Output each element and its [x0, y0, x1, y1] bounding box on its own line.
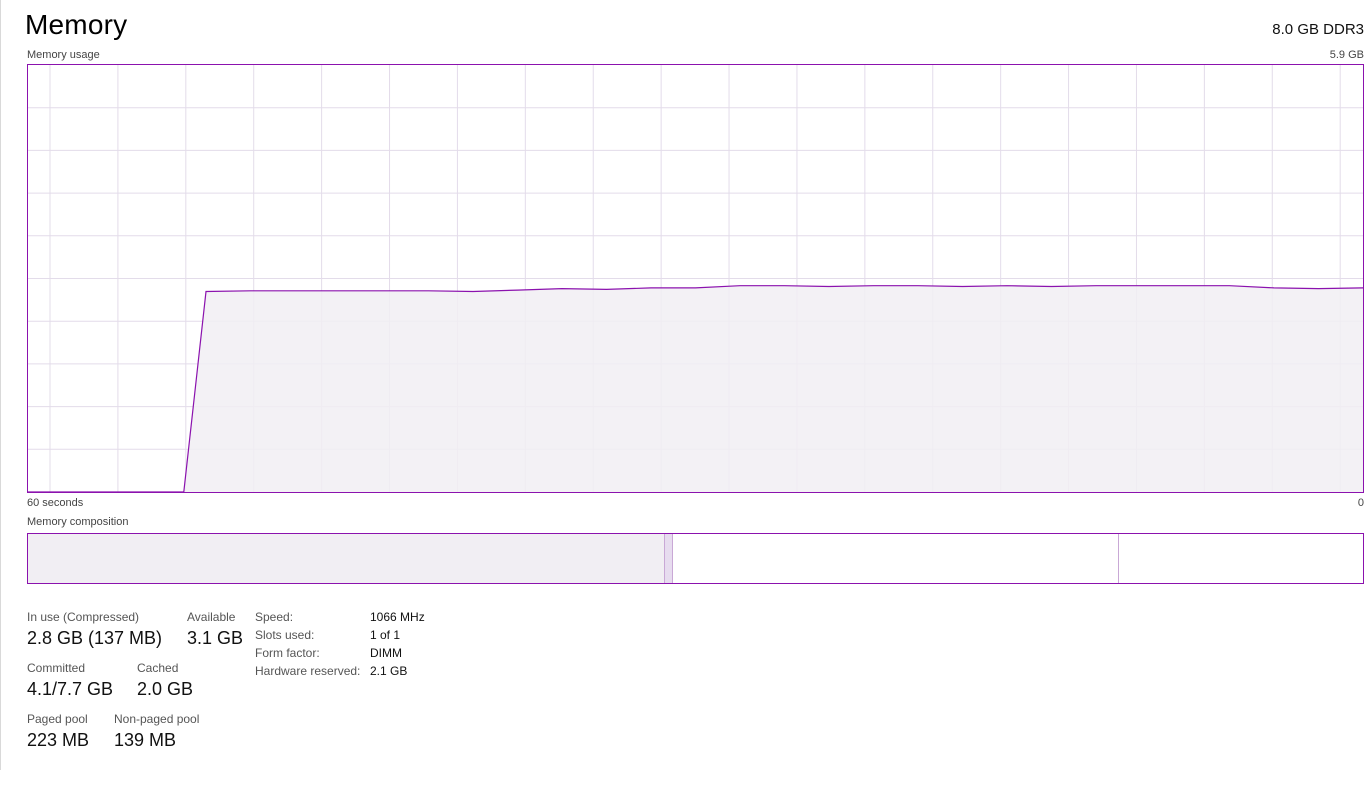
- detail-form-factor-label: Form factor:: [255, 646, 320, 660]
- left-divider: [0, 0, 1, 770]
- detail-speed-value: 1066 MHz: [370, 610, 425, 624]
- memory-spec: 8.0 GB DDR3: [1272, 21, 1364, 38]
- stat-committed-value: 4.1/7.7 GB: [27, 679, 114, 699]
- memory-composition-label: Memory composition: [27, 516, 129, 528]
- stat-non-paged-pool-label: Non-paged pool: [114, 712, 200, 726]
- detail-hardware-reserved-value: 2.1 GB: [370, 664, 408, 678]
- stat-available-label: Available: [187, 610, 236, 624]
- detail-slots-value: 1 of 1: [370, 628, 401, 642]
- graph-time-label: 60 seconds: [27, 497, 84, 509]
- stat-non-paged-pool-value: 139 MB: [114, 730, 177, 750]
- memory-usage-graph: [27, 64, 1364, 493]
- stat-paged-pool-value: 223 MB: [27, 730, 90, 750]
- memory-composition-bar: [27, 533, 1364, 584]
- detail-form-factor-value: DIMM: [370, 646, 402, 660]
- stat-cached: Cached 2.0 GB: [137, 661, 193, 700]
- stat-committed: Committed 4.1/7.7 GB: [27, 661, 113, 700]
- graph-zero-label: 0: [1357, 497, 1364, 509]
- stat-non-paged-pool: Non-paged pool 139 MB: [114, 712, 199, 751]
- composition-segment-modified: [664, 534, 673, 583]
- stat-committed-label: Committed: [27, 661, 86, 675]
- composition-segment-free: [1118, 534, 1363, 583]
- composition-segment-in-use: [28, 534, 665, 583]
- page-title: Memory: [25, 9, 128, 40]
- detail-slots-label: Slots used:: [255, 628, 315, 642]
- stat-paged-pool: Paged pool 223 MB: [27, 712, 89, 751]
- stat-in-use-value: 2.8 GB (137 MB): [27, 628, 163, 648]
- stat-available-value: 3.1 GB: [187, 628, 244, 648]
- composition-segment-standby: [672, 534, 1119, 583]
- stat-cached-label: Cached: [137, 661, 179, 675]
- stat-available: Available 3.1 GB: [187, 610, 243, 649]
- memory-usage-label: Memory usage: [27, 49, 100, 61]
- memory-usage-chart: [28, 65, 1363, 492]
- graph-max-label: 5.9 GB: [1329, 49, 1364, 61]
- detail-speed-label: Speed:: [255, 610, 294, 624]
- detail-hardware-reserved-label: Hardware reserved:: [255, 664, 361, 678]
- stat-cached-value: 2.0 GB: [137, 679, 194, 699]
- stat-paged-pool-label: Paged pool: [27, 712, 88, 726]
- stat-in-use-label: In use (Compressed): [27, 610, 140, 624]
- stat-in-use: In use (Compressed) 2.8 GB (137 MB): [27, 610, 162, 649]
- usage-area-fill: [28, 285, 1363, 492]
